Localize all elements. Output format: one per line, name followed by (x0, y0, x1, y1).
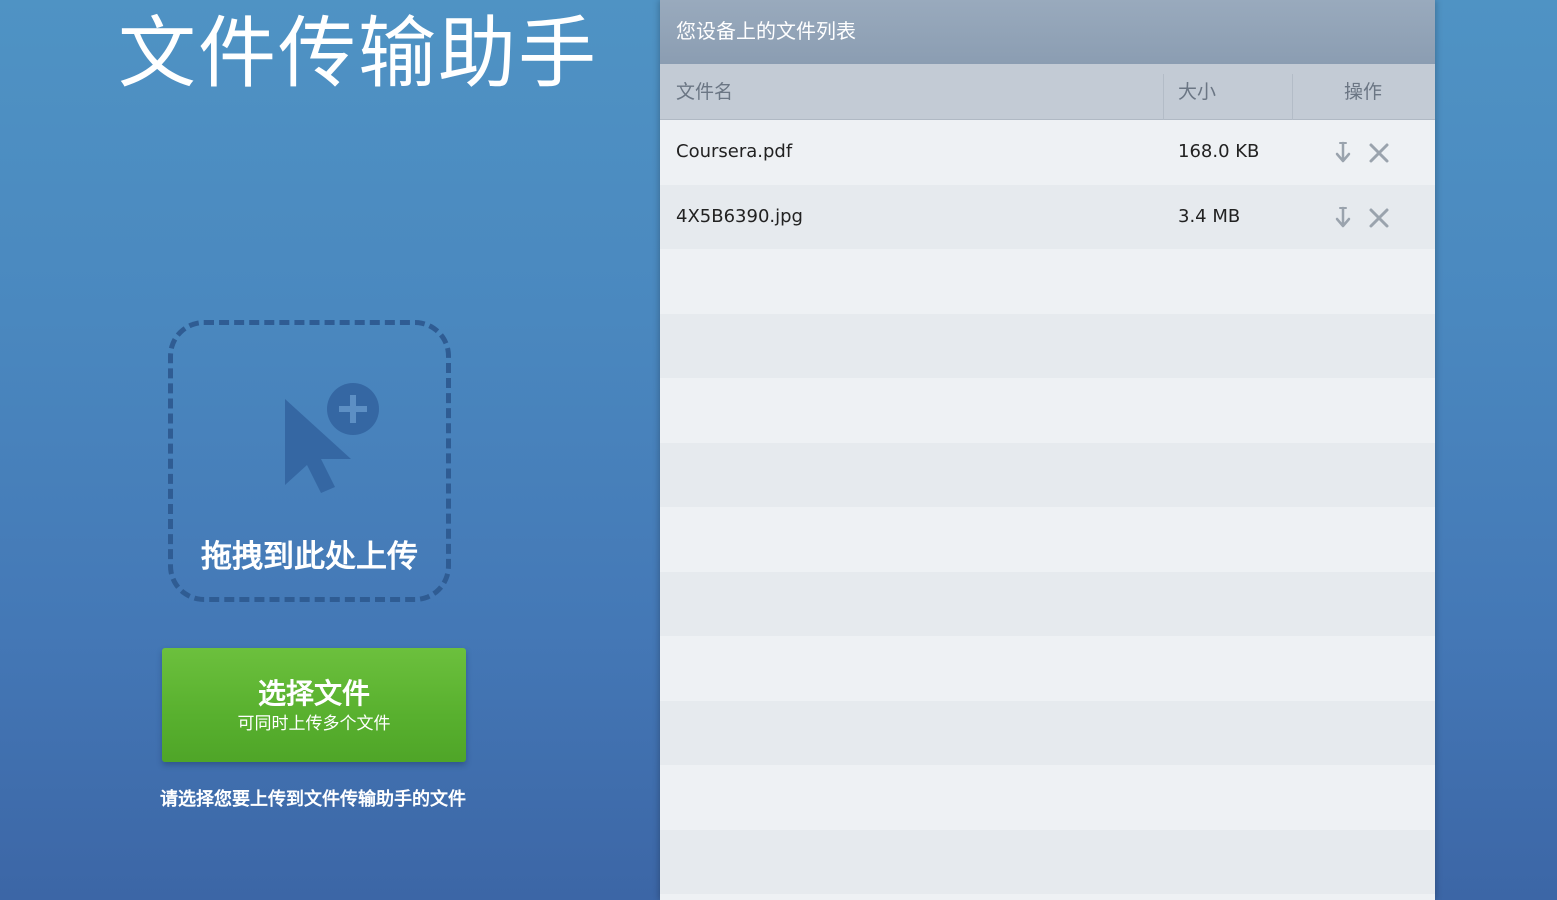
table-row: 4X5B6390.jpg 3.4 MB (660, 184, 1435, 249)
empty-row (660, 313, 1435, 378)
cursor-plus-icon (285, 383, 379, 493)
column-divider (1292, 74, 1293, 120)
table-row: Coursera.pdf 168.0 KB (660, 120, 1435, 185)
select-files-button-sublabel: 可同时上传多个文件 (237, 714, 391, 734)
column-divider (1163, 74, 1164, 120)
empty-row (660, 378, 1435, 443)
empty-row (660, 636, 1435, 701)
empty-row (660, 507, 1435, 572)
download-icon[interactable] (1330, 205, 1356, 231)
app-title: 文件传输助手 (118, 9, 599, 99)
empty-row (660, 571, 1435, 636)
close-icon[interactable] (1366, 205, 1392, 231)
select-files-button-label: 选择文件 (257, 677, 370, 710)
file-list-panel: 您设备上的文件列表 文件名 大小 操作 Coursera.pdf 168.0 K… (660, 0, 1435, 900)
empty-row (660, 700, 1435, 765)
drop-zone[interactable]: 拖拽到此处上传 (168, 320, 451, 602)
drop-zone-label: 拖拽到此处上传 (201, 539, 418, 575)
empty-row (660, 442, 1435, 507)
file-name: Coursera.pdf (676, 141, 793, 162)
file-table-header: 文件名 大小 操作 (660, 64, 1435, 120)
select-files-button[interactable]: 选择文件 可同时上传多个文件 (162, 648, 466, 762)
file-name: 4X5B6390.jpg (676, 205, 803, 227)
upload-hint: 请选择您要上传到文件传输助手的文件 (160, 789, 466, 810)
empty-row (660, 829, 1435, 894)
empty-row (660, 765, 1435, 830)
column-header-action: 操作 (1344, 81, 1383, 103)
close-icon[interactable] (1366, 140, 1392, 166)
file-list-title: 您设备上的文件列表 (660, 0, 1435, 64)
download-icon[interactable] (1330, 140, 1356, 166)
column-header-name: 文件名 (676, 81, 734, 103)
file-size: 168.0 KB (1178, 141, 1260, 162)
file-size: 3.4 MB (1178, 205, 1241, 227)
empty-row (660, 249, 1435, 314)
column-header-size: 大小 (1178, 81, 1217, 103)
file-table-body: Coursera.pdf 168.0 KB 4X5B6390.jpg 3.4 M… (660, 120, 1435, 894)
